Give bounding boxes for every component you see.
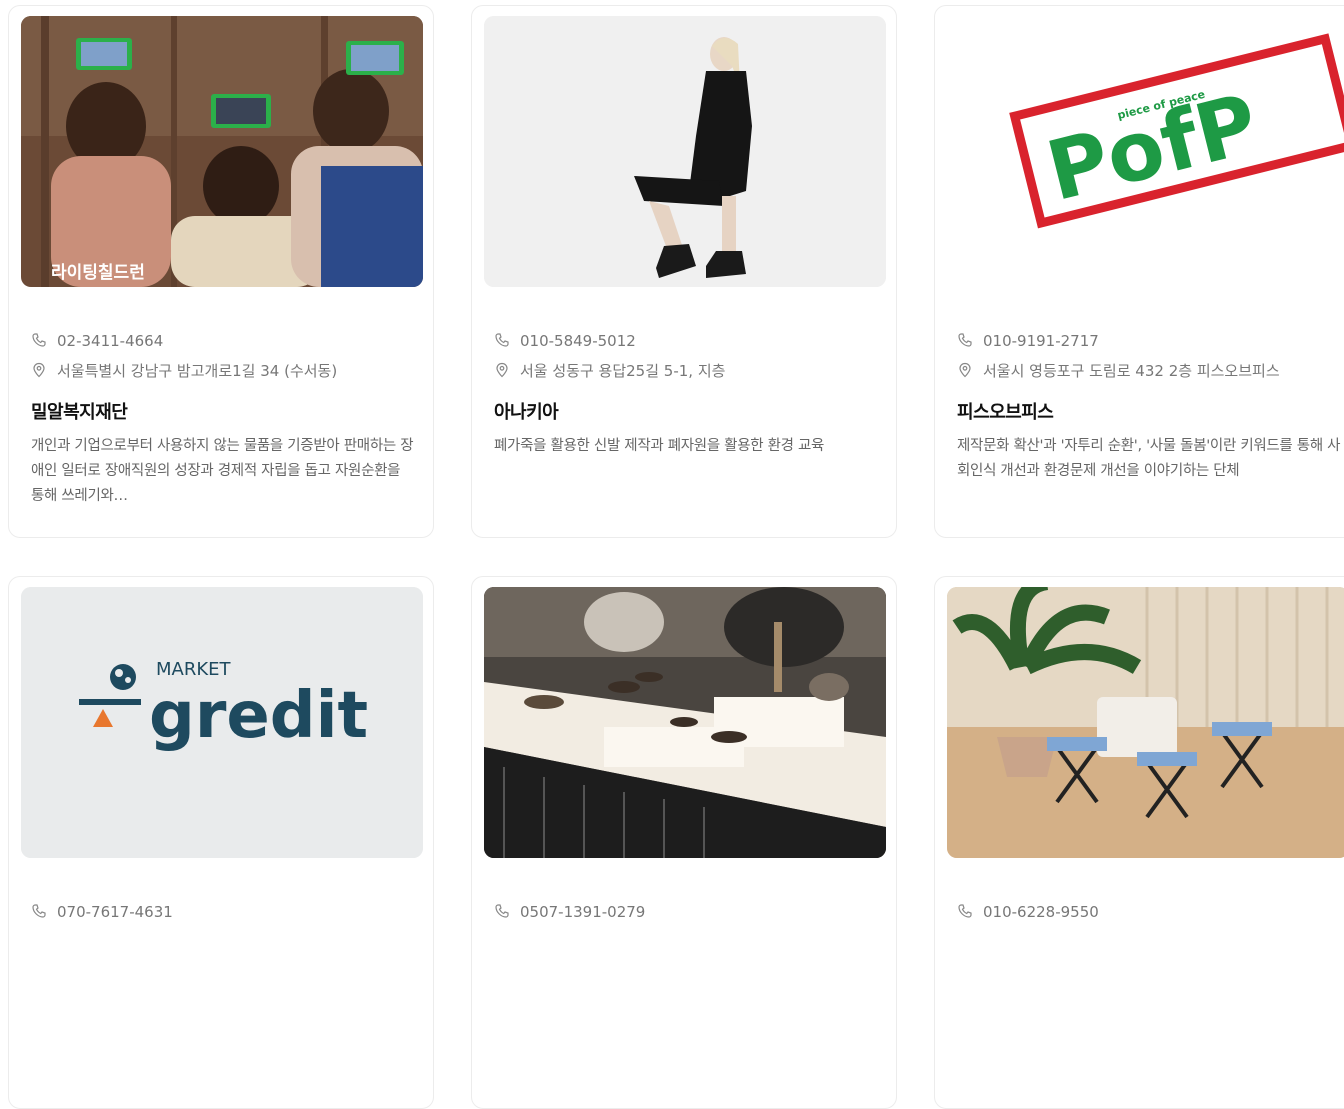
card-image: PofP piece of peace: [947, 16, 1344, 287]
phone-row[interactable]: 010-6228-9550: [957, 897, 1341, 927]
phone-icon: [957, 903, 975, 921]
org-description: 폐가죽을 활용한 신발 제작과 폐자원을 활용한 환경 교육: [494, 438, 825, 454]
org-name[interactable]: 밀알복지재단: [31, 398, 415, 424]
phone-number: 010-6228-9550: [983, 903, 1099, 921]
stools-photo: [947, 587, 1344, 858]
fashion-photo: [484, 16, 886, 287]
image-caption: 라이팅칠드런: [51, 262, 145, 283]
phone-row[interactable]: 02-3411-4664: [31, 326, 415, 356]
org-card[interactable]: MARKET gredit 070-7617-4631: [8, 576, 434, 1109]
card-image: [484, 16, 886, 287]
org-description: 제작문화 확산'과 '자투리 순환', '사물 돌봄'이란 키워드를 통해 사회…: [957, 438, 1341, 479]
phone-number: 0507-1391-0279: [520, 903, 646, 921]
phone-icon: [494, 332, 512, 350]
phone-number: 02-3411-4664: [57, 332, 164, 350]
location-pin-icon: [31, 362, 49, 380]
address-text: 서울특별시 강남구 밤고개로1길 34 (수서동): [57, 362, 338, 380]
card-image: 라이팅칠드런: [21, 16, 423, 287]
card-image: [484, 587, 886, 858]
address-text: 서울시 영등포구 도림로 432 2층 피스오브피스: [983, 362, 1280, 380]
phone-icon: [31, 332, 49, 350]
card-image: MARKET gredit: [21, 587, 423, 858]
location-pin-icon: [957, 362, 975, 380]
org-name[interactable]: 아나키아: [494, 398, 878, 424]
phone-icon: [31, 903, 49, 921]
logo-text: gredit: [149, 679, 368, 753]
phone-icon: [957, 332, 975, 350]
address-row: 서울 성동구 용답25길 5-1, 지층: [494, 356, 878, 386]
gredit-logo: MARKET gredit: [21, 587, 423, 858]
address-text: 서울 성동구 용답25길 5-1, 지층: [520, 362, 726, 380]
org-description: 개인과 기업으로부터 사용하지 않는 물품을 기증받아 판매하는 장애인 일터로…: [31, 438, 414, 504]
phone-row[interactable]: 0507-1391-0279: [494, 897, 878, 927]
phone-number: 010-9191-2717: [983, 332, 1099, 350]
children-photo: 라이팅칠드런: [21, 16, 423, 287]
address-row: 서울시 영등포구 도림로 432 2층 피스오브피스: [957, 356, 1341, 386]
org-card[interactable]: 010-5849-5012 서울 성동구 용답25길 5-1, 지층 아나키아 …: [471, 5, 897, 538]
phone-row[interactable]: 010-9191-2717: [957, 326, 1341, 356]
org-card[interactable]: 0507-1391-0279: [471, 576, 897, 1109]
org-name[interactable]: 피스오브피스: [957, 398, 1341, 424]
logo-small-text: MARKET: [156, 659, 232, 680]
phone-number: 010-5849-5012: [520, 332, 636, 350]
org-card[interactable]: 010-6228-9550: [934, 576, 1344, 1109]
card-image: [947, 587, 1344, 858]
phone-row[interactable]: 070-7617-4631: [31, 897, 415, 927]
address-row: 서울특별시 강남구 밤고개로1길 34 (수서동): [31, 356, 415, 386]
pofp-logo: PofP piece of peace: [947, 16, 1344, 287]
phone-number: 070-7617-4631: [57, 903, 173, 921]
phone-icon: [494, 903, 512, 921]
org-card[interactable]: 라이팅칠드런 02-3411-4664 서울특별시 강남구 밤고개로1길 34 …: [8, 5, 434, 538]
display-table-photo: [484, 587, 886, 858]
org-card[interactable]: PofP piece of peace 010-9191-2717 서울시 영등…: [934, 5, 1344, 538]
location-pin-icon: [494, 362, 512, 380]
phone-row[interactable]: 010-5849-5012: [494, 326, 878, 356]
